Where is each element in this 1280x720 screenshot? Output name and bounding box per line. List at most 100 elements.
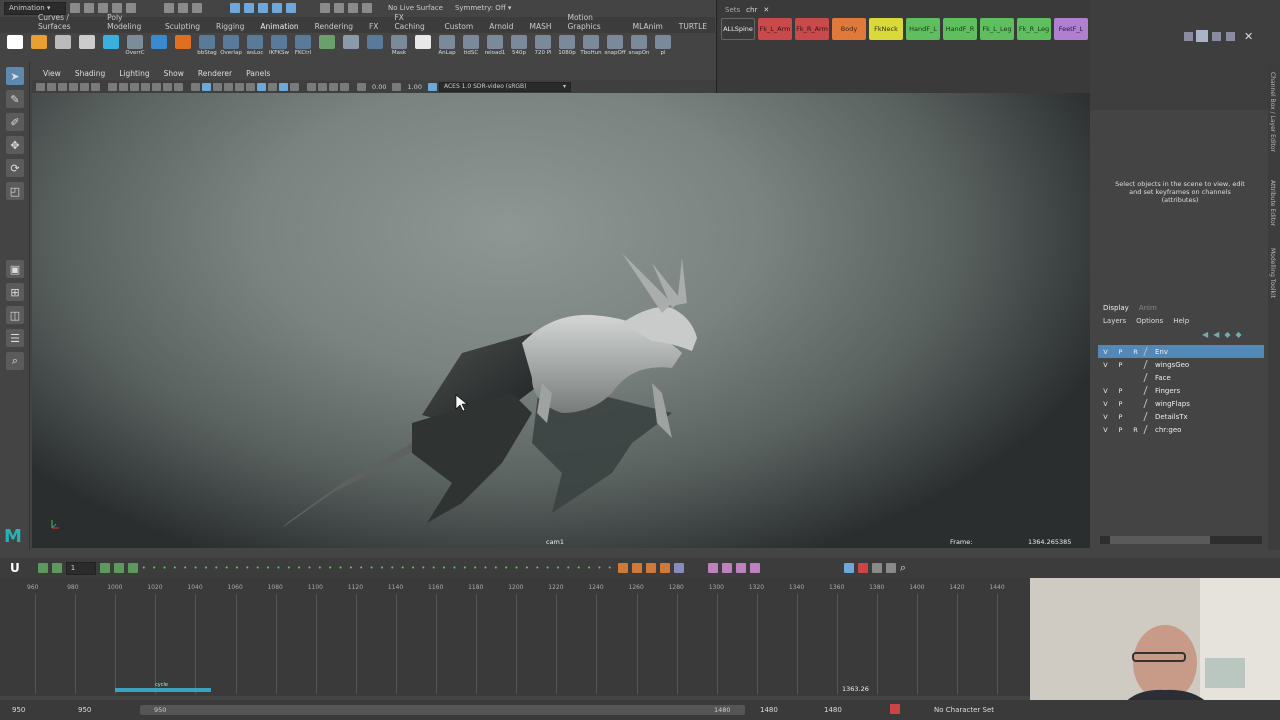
power-icon[interactable] [99, 563, 110, 573]
image-plane-icon[interactable] [69, 82, 78, 91]
selection-set-button[interactable]: HandF_R [943, 18, 977, 40]
render-icon[interactable] [334, 3, 344, 13]
move-layer-up-icon[interactable]: ◀ [1202, 330, 1208, 339]
side-tab-channel-box[interactable]: Channel Box / Layer Editor [1269, 72, 1276, 152]
viewport-menu-item[interactable]: Shading [68, 69, 112, 78]
2d-pan-icon[interactable] [80, 82, 89, 91]
camera-icon[interactable] [36, 82, 45, 91]
new-layer-icon[interactable]: ◆ [1224, 330, 1230, 339]
layer-p-toggle[interactable]: P [1113, 361, 1128, 369]
xray-joints-icon[interactable] [329, 82, 338, 91]
shelf-tab[interactable]: Sculpting [157, 20, 208, 33]
field-chart-icon[interactable] [152, 82, 161, 91]
shelf-item[interactable] [76, 35, 98, 61]
exposure-icon[interactable] [357, 82, 366, 91]
shelf-item[interactable]: 1080p [556, 35, 578, 61]
smooth-shade-icon[interactable] [202, 82, 211, 91]
time-editor-icon[interactable]: U [10, 561, 20, 575]
move-layer-down-icon[interactable]: ◀ [1213, 330, 1219, 339]
shelf-item[interactable]: snapOff [604, 35, 626, 61]
move-keys-icon[interactable] [113, 563, 124, 573]
selection-set-button[interactable]: Body [832, 18, 866, 40]
lights-icon[interactable] [235, 82, 244, 91]
four-view-icon[interactable]: ⊞ [6, 283, 24, 301]
single-view-icon[interactable]: ▣ [6, 260, 24, 278]
shelf-tab[interactable]: Rendering [307, 20, 361, 33]
shelf-item[interactable]: 720 Pl [532, 35, 554, 61]
shelf-item[interactable]: IKFKSw [268, 35, 290, 61]
menu-help[interactable]: Help [1173, 317, 1189, 325]
shadows-icon[interactable] [246, 82, 255, 91]
anim-start-field[interactable]: 950 [78, 706, 91, 714]
side-tab-modelling-toolkit[interactable]: Modelling Toolkit [1269, 248, 1276, 298]
channel-box-icon[interactable] [1184, 32, 1193, 41]
timeline[interactable]: 960 980 1000 1020 1040 1060 1080 1100 1120 1140 11… [0, 578, 1030, 696]
settings-icon[interactable] [885, 563, 896, 573]
selection-set-button[interactable]: Fk_L_Leg [980, 18, 1014, 40]
dock-icon[interactable] [1226, 32, 1235, 41]
curve-tool4-icon[interactable] [659, 563, 670, 573]
outliner-layout-icon[interactable]: ☰ [6, 329, 24, 347]
layer-v-toggle[interactable]: V [1098, 426, 1113, 434]
safe-title-icon[interactable] [174, 82, 183, 91]
ipr-icon[interactable] [348, 3, 358, 13]
layer-scrollbar[interactable] [1100, 536, 1262, 544]
rotate-tool-icon[interactable]: ⟳ [6, 159, 24, 177]
bookmark2-icon[interactable] [721, 563, 732, 573]
scene-start-field[interactable]: 950 [12, 706, 25, 714]
menu-layers[interactable]: Layers [1103, 317, 1126, 325]
character-set-dropdown[interactable]: No Character Set [934, 706, 994, 714]
character-set-icon[interactable] [890, 704, 900, 714]
bookmark-icon[interactable] [58, 82, 67, 91]
shelf-tab[interactable]: Poly Modeling [99, 11, 157, 33]
curve-tool-icon[interactable] [617, 563, 628, 573]
scale-tool-icon[interactable]: ◰ [6, 182, 24, 200]
shelf-tab[interactable]: Rigging [208, 20, 252, 33]
shelf-item[interactable] [316, 35, 338, 61]
shelf-item[interactable] [148, 35, 170, 61]
tab-display[interactable]: Display [1103, 304, 1129, 312]
dragon-model[interactable] [32, 93, 1090, 548]
viewport-menu-item[interactable]: Renderer [191, 69, 239, 78]
textured-icon[interactable] [224, 82, 233, 91]
layer-v-toggle[interactable]: V [1098, 348, 1113, 356]
new-layer-selected-icon[interactable]: ◆ [1235, 330, 1241, 339]
shelf-item[interactable] [172, 35, 194, 61]
snap-surface-icon[interactable] [286, 3, 296, 13]
shelf-tab[interactable]: FX Caching [386, 11, 436, 33]
key-icon[interactable] [843, 563, 854, 573]
shelf-item[interactable]: reload1 [484, 35, 506, 61]
layer-p-toggle[interactable]: P [1113, 387, 1128, 395]
shelf-item[interactable]: FKCtrl [292, 35, 314, 61]
history-icon[interactable] [320, 3, 330, 13]
select-tool-icon[interactable]: ➤ [6, 67, 24, 85]
bookmark3-icon[interactable] [735, 563, 746, 573]
layer-r-toggle[interactable]: R [1128, 426, 1143, 434]
layer-row[interactable]: V P DetailsTx [1098, 410, 1264, 423]
tool-value-field[interactable]: 1 [65, 561, 96, 575]
camera-attributes-icon[interactable] [47, 82, 56, 91]
layer-v-toggle[interactable]: V [1098, 413, 1113, 421]
exposure-value[interactable]: 0.00 [368, 83, 390, 91]
shelf-tab[interactable]: FX [361, 20, 386, 33]
shelf-item[interactable]: TboHun [580, 35, 602, 61]
two-view-icon[interactable]: ◫ [6, 306, 24, 324]
curve-tool2-icon[interactable] [631, 563, 642, 573]
snap-point-icon[interactable] [258, 3, 268, 13]
shelf-item[interactable] [412, 35, 434, 61]
shelf-item[interactable] [340, 35, 362, 61]
isolate-select-icon[interactable] [307, 82, 316, 91]
gate-mask-icon[interactable] [141, 82, 150, 91]
shelf-item[interactable]: snapOn [628, 35, 650, 61]
close-icon[interactable]: ✕ [1244, 30, 1253, 43]
snap-view-icon[interactable] [272, 3, 282, 13]
key-prev-icon[interactable] [37, 563, 48, 573]
move-tool-icon[interactable]: ✥ [6, 136, 24, 154]
shelf-tab[interactable]: Custom [436, 20, 481, 33]
depth-of-field-icon[interactable] [290, 82, 299, 91]
shelf-tab[interactable]: Arnold [481, 20, 521, 33]
shelf-tab[interactable]: TURTLE [671, 20, 715, 33]
selection-set-button[interactable]: Fk_R_Arm [795, 18, 829, 40]
scene-end-field[interactable]: 1480 [824, 706, 842, 714]
key-next-icon[interactable] [51, 563, 62, 573]
